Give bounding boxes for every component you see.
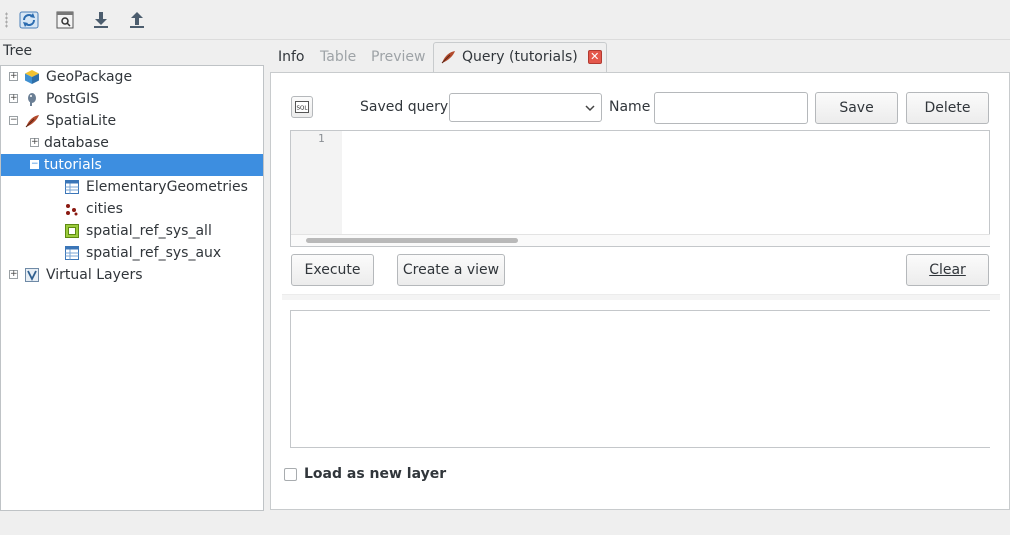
line-number: 1 [318,132,325,145]
tab-info[interactable]: Info [278,41,305,73]
saved-query-label: Saved query [360,99,449,115]
tree-item-label: cities [86,201,123,217]
editor-scrollbar-thumb[interactable] [306,238,518,243]
tree-item-label: GeoPackage [46,69,133,85]
tree-item-spatial-ref-sys-all[interactable]: spatial_ref_sys_all [1,220,263,242]
tree-item-tutorials[interactable]: − tutorials [1,154,263,176]
refresh-icon [19,11,39,29]
clear-button[interactable]: Clear [906,254,989,286]
export-file-icon [130,12,144,28]
export-file-button[interactable] [124,7,150,33]
import-layer-button[interactable] [88,7,114,33]
svg-text:SQL: SQL [297,106,309,112]
tree-item-cities[interactable]: cities [1,198,263,220]
point-layer-icon [66,204,78,216]
sql-query-builder-button[interactable]: SQL [291,96,313,118]
delete-button[interactable]: Delete [906,92,989,124]
tree-item-geopackage[interactable]: + GeoPackage [1,66,263,88]
tab-query[interactable]: Query (tutorials) ✕ [440,41,602,73]
name-field[interactable] [654,92,808,124]
results-splitter-handle[interactable] [282,294,1000,300]
tree-item-label: tutorials [44,157,102,173]
save-button[interactable]: Save [815,92,898,124]
saved-query-select[interactable] [449,93,602,122]
tree-item-label: spatial_ref_sys_all [86,223,212,239]
virtual-layers-icon [25,268,39,282]
tree-item-virtual-layers[interactable]: + Virtual Layers [1,264,263,286]
table-icon [65,180,79,194]
close-tab-icon[interactable]: ✕ [587,50,602,64]
postgis-elephant-icon [28,93,36,106]
query-results-table[interactable] [290,310,990,448]
tree-item-database[interactable]: + database [1,132,263,154]
browser-tree[interactable]: + GeoPackage + PostGIS − SpatiaLite + da… [0,65,264,511]
expand-icon[interactable]: + [9,270,18,279]
name-label: Name [609,99,651,115]
expand-icon[interactable]: + [9,94,18,103]
tree-item-label: PostGIS [46,91,100,107]
tree-item-label: SpatiaLite [46,113,117,129]
tab-table[interactable]: Table [320,41,356,73]
tree-item-label: spatial_ref_sys_aux [86,245,222,261]
tree-item-elementarygeometries[interactable]: ElementaryGeometries [1,176,263,198]
spatialite-feather-icon [441,51,455,64]
tree-panel-title: Tree [3,43,33,59]
import-layer-icon [94,12,108,28]
refresh-button[interactable] [16,7,42,33]
load-as-new-layer-label[interactable]: Load as new layer [304,466,446,482]
expand-icon[interactable]: + [30,138,39,147]
load-as-new-layer-checkbox[interactable] [284,468,297,481]
chevron-down-icon [585,105,595,112]
view-icon [65,224,79,238]
tree-item-label: database [44,135,109,151]
tab-preview[interactable]: Preview [371,41,426,73]
tree-item-spatial-ref-sys-aux[interactable]: spatial_ref_sys_aux [1,242,263,264]
create-view-button[interactable]: Create a view [397,254,505,286]
tab-query-label: Query (tutorials) [462,49,578,65]
sql-icon: SQL [295,101,309,113]
collapse-icon[interactable]: − [30,160,39,169]
spatialite-feather-icon [25,115,39,128]
tree-item-label: Virtual Layers [46,267,143,283]
table-icon [65,246,79,260]
sql-window-icon [56,11,74,29]
execute-button[interactable]: Execute [291,254,374,286]
main-toolbar [0,0,1010,40]
sql-window-button[interactable] [52,7,78,33]
geopackage-icon [25,70,39,84]
toolbar-grip-handle[interactable] [5,12,8,28]
tree-item-postgis[interactable]: + PostGIS [1,88,263,110]
line-number-gutter [291,131,342,235]
collapse-icon[interactable]: − [9,116,18,125]
expand-icon[interactable]: + [9,72,18,81]
sql-editor[interactable] [290,130,990,247]
tree-item-spatialite[interactable]: − SpatiaLite [1,110,263,132]
tree-item-label: ElementaryGeometries [86,179,248,195]
